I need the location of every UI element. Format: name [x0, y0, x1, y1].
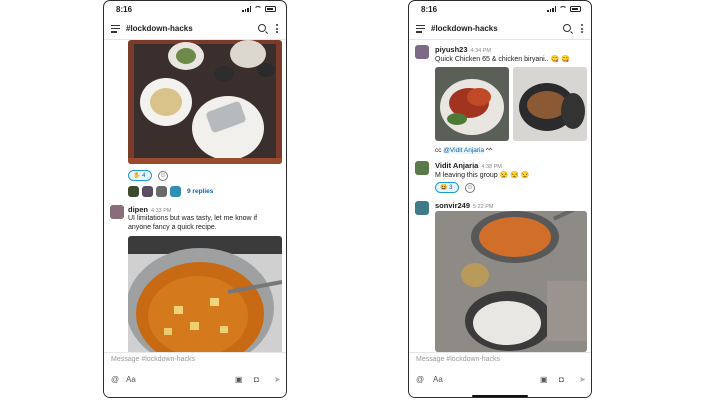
- message-author[interactable]: piyush23 4:34 PM: [435, 45, 491, 54]
- message-time: 4:38 PM: [481, 164, 502, 170]
- wifi-icon: [559, 6, 567, 12]
- channel-title: #lockdown-hacks: [126, 24, 193, 33]
- at-icon[interactable]: @: [111, 375, 119, 384]
- kebab-icon[interactable]: [581, 24, 583, 33]
- hamburger-icon[interactable]: [416, 25, 425, 33]
- thread-avatar: [156, 186, 167, 197]
- biryani-photo: [513, 67, 587, 141]
- user-mention[interactable]: @Vidit Anjaria: [443, 147, 485, 154]
- status-bar: 8:16: [104, 1, 286, 19]
- reaction-count: 4: [142, 173, 146, 179]
- thread-replies-link[interactable]: 9 replies: [187, 187, 213, 196]
- send-icon[interactable]: ➤: [274, 375, 281, 384]
- channel-header: #lockdown-hacks: [104, 19, 286, 40]
- cooking-photo: [435, 211, 587, 352]
- message-text: Quick Chicken 65 & chicken biryani.. 😋 😋: [435, 56, 570, 63]
- camera-icon[interactable]: ◘: [254, 375, 259, 384]
- composer-placeholder[interactable]: Message #lockdown-hacks: [416, 356, 500, 363]
- battery-icon: [265, 6, 276, 12]
- text-format-button[interactable]: Aa: [433, 375, 443, 384]
- food-image-chicken[interactable]: [435, 67, 509, 141]
- composer-placeholder[interactable]: Message #lockdown-hacks: [111, 356, 195, 363]
- kebab-icon[interactable]: [276, 24, 278, 33]
- reaction-count: 3: [449, 185, 453, 191]
- message-time: 4:34 PM: [470, 48, 491, 54]
- search-icon[interactable]: [563, 24, 571, 32]
- add-reaction-icon[interactable]: ☺: [465, 183, 475, 193]
- food-image-thali[interactable]: [128, 40, 282, 164]
- message-author[interactable]: sonvir249 5:22 PM: [435, 201, 494, 210]
- thread-avatar: [142, 186, 153, 197]
- battery-icon: [570, 6, 581, 12]
- status-icons: [547, 6, 581, 12]
- message-composer[interactable]: Message #lockdown-hacks @ Aa ▣ ◘ ➤: [409, 352, 591, 397]
- message-feed[interactable]: piyush23 4:34 PM Quick Chicken 65 & chick…: [409, 40, 591, 352]
- status-time: 8:16: [421, 5, 438, 14]
- message-composer[interactable]: Message #lockdown-hacks @ Aa ▣ ◘ ➤: [104, 352, 286, 397]
- cc-line: cc @Vidit Anjaria ^^: [435, 147, 493, 154]
- message-text: M leaving this group 😒 😒 😒: [435, 172, 530, 179]
- message-author[interactable]: dipen 4:33 PM: [128, 205, 171, 214]
- signal-icon: [547, 6, 556, 12]
- left-phone: 8:16 #lockdown-hacks ✋ 4 ☺ 9 replies dip…: [103, 0, 287, 398]
- message-feed[interactable]: ✋ 4 ☺ 9 replies dipen 4:33 PM UI limitati…: [104, 40, 286, 352]
- food-image-curry[interactable]: [128, 236, 282, 352]
- reaction-pill[interactable]: ✋ 4: [128, 170, 152, 181]
- camera-icon[interactable]: ◘: [559, 375, 564, 384]
- avatar[interactable]: [110, 205, 124, 219]
- channel-title: #lockdown-hacks: [431, 24, 498, 33]
- wifi-icon: [254, 6, 262, 12]
- curry-photo: [128, 236, 282, 352]
- status-time: 8:16: [116, 5, 133, 14]
- message-author[interactable]: Vidit Anjaria 4:38 PM: [435, 161, 502, 170]
- thread-avatar: [170, 186, 181, 197]
- avatar[interactable]: [415, 201, 429, 215]
- thali-photo: [128, 40, 282, 164]
- food-image-biryani[interactable]: [513, 67, 587, 141]
- chicken-photo: [435, 67, 509, 141]
- at-icon[interactable]: @: [416, 375, 424, 384]
- signal-icon: [242, 6, 251, 12]
- reaction-pill[interactable]: 😆 3: [435, 182, 459, 193]
- add-reaction-icon[interactable]: ☺: [158, 171, 168, 181]
- text-format-button[interactable]: Aa: [126, 375, 136, 384]
- message-text-line-2: anyone fancy a quick recipe.: [128, 224, 217, 231]
- food-image-cooking[interactable]: [435, 211, 587, 352]
- send-icon[interactable]: ➤: [579, 375, 586, 384]
- thread-avatar: [128, 186, 139, 197]
- avatar[interactable]: [415, 45, 429, 59]
- message-time: 5:22 PM: [473, 204, 494, 210]
- avatar[interactable]: [415, 161, 429, 175]
- status-icons: [242, 6, 276, 12]
- home-indicator: [472, 394, 528, 397]
- right-phone: 8:16 #lockdown-hacks piyush23 4:34 PM Qui…: [408, 0, 592, 398]
- hamburger-icon[interactable]: [111, 25, 120, 33]
- channel-header: #lockdown-hacks: [409, 19, 591, 40]
- attach-icon[interactable]: ▣: [235, 375, 243, 384]
- message-text-line-1: UI limitations but was tasty, let me kno…: [128, 215, 258, 222]
- status-bar: 8:16: [409, 1, 591, 19]
- search-icon[interactable]: [258, 24, 266, 32]
- attach-icon[interactable]: ▣: [540, 375, 548, 384]
